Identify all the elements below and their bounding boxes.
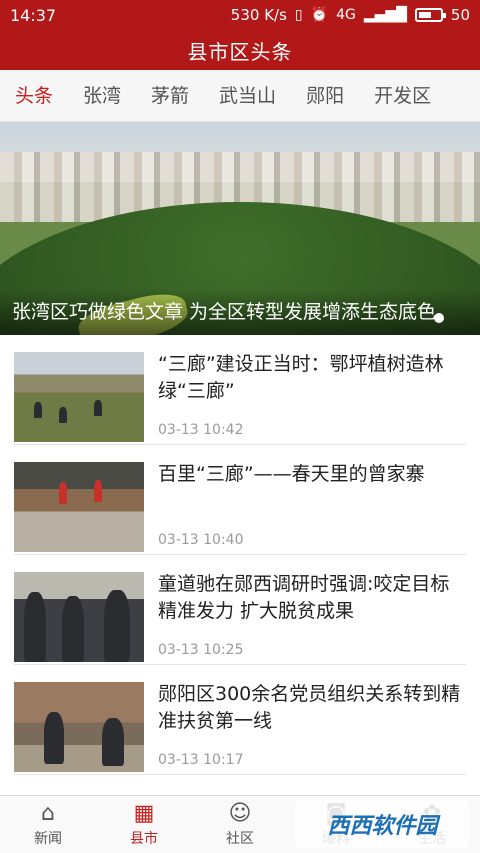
status-icons: 530 K/s ▯ ⏰ 4G ▂▄▆█ 50 (231, 6, 470, 24)
figure-icon (62, 596, 84, 662)
app-header: 县市区头条 (0, 30, 480, 70)
news-title: “三廊”建设正当时：鄂坪植树造林绿“三廊” (158, 353, 444, 402)
news-time: 03-13 10:17 (158, 752, 244, 768)
network-type: 4G (336, 7, 356, 23)
tab-headline[interactable]: 头条 (0, 70, 68, 121)
status-bar: 14:37 530 K/s ▯ ⏰ 4G ▂▄▆█ 50 (0, 0, 480, 30)
news-thumbnail (14, 682, 144, 772)
carousel-indicator (434, 313, 444, 323)
hero-caption: 张湾区巧做绿色文章 为全区转型发展增添生态底色 (0, 289, 480, 335)
flag-icon (59, 482, 67, 504)
home-icon: ⌂ (41, 800, 55, 826)
news-time: 03-13 10:42 (158, 422, 244, 438)
figure-icon (104, 590, 130, 662)
news-item[interactable]: “三廊”建设正当时：鄂坪植树造林绿“三廊” 03-13 10:42 (0, 335, 480, 445)
figure-icon (44, 712, 64, 764)
news-list: “三廊”建设正当时：鄂坪植树造林绿“三廊” 03-13 10:42 百里“三廊”… (0, 335, 480, 795)
tab-development-zone[interactable]: 开发区 (359, 70, 446, 121)
battery-icon (414, 8, 446, 22)
figure-icon (24, 592, 46, 662)
news-thumbnail (14, 572, 144, 662)
nav-label: 县市 (130, 830, 158, 847)
hero-banner[interactable]: 张湾区巧做绿色文章 为全区转型发展增添生态底色 (0, 122, 480, 335)
news-title: 童道驰在郧西调研时强调:咬定目标精准发力 扩大脱贫成果 (158, 573, 450, 622)
news-time: 03-13 10:25 (158, 642, 244, 658)
nav-community[interactable]: ☺ 社区 (192, 796, 288, 853)
figure-icon (59, 407, 67, 423)
news-title: 郧阳区300余名党员组织关系转到精准扶贫第一线 (158, 683, 461, 732)
news-time: 03-13 10:40 (158, 532, 244, 548)
nav-label: 社区 (226, 830, 254, 847)
watermark-text: 西西软件园 (327, 814, 438, 839)
tab-yunyang[interactable]: 郧阳 (291, 70, 359, 121)
figure-icon (94, 400, 102, 416)
divider (14, 774, 466, 775)
nav-label: 新闻 (34, 830, 62, 847)
page-title: 县市区头条 (187, 39, 293, 64)
news-item[interactable]: 郧阳区300余名党员组织关系转到精准扶贫第一线 03-13 10:17 (0, 665, 480, 775)
figure-icon (102, 718, 124, 766)
network-speed: 530 K/s (230, 6, 287, 24)
vibrate-icon: ▯ (294, 7, 303, 23)
news-title: 百里“三廊”——春天里的曾家寨 (158, 463, 425, 485)
tab-zhangwan[interactable]: 张湾 (68, 70, 136, 121)
news-item[interactable]: 童道驰在郧西调研时强调:咬定目标精准发力 扩大脱贫成果 03-13 10:25 (0, 555, 480, 665)
news-item[interactable]: 百里“三廊”——春天里的曾家寨 03-13 10:40 (0, 445, 480, 555)
battery-level: 50 (450, 6, 470, 24)
chat-icon: ☺ (228, 800, 252, 826)
status-time: 14:37 (10, 5, 57, 25)
tab-maojian[interactable]: 茅箭 (136, 70, 204, 121)
flag-icon (94, 480, 102, 502)
nav-news[interactable]: ⌂ 新闻 (0, 796, 96, 853)
watermark-logo: 西西软件园 (295, 800, 470, 848)
signal-icon: ▂▄▆█ (363, 7, 407, 23)
tab-bar: 头条 张湾 茅箭 武当山 郧阳 开发区 (0, 70, 480, 122)
news-thumbnail (14, 352, 144, 442)
alarm-icon: ⏰ (310, 7, 329, 23)
nav-county[interactable]: ▦ 县市 (96, 796, 192, 853)
figure-icon (34, 402, 42, 418)
building-icon: ▦ (133, 800, 155, 826)
tab-wudangshan[interactable]: 武当山 (204, 70, 291, 121)
news-thumbnail (14, 462, 144, 552)
